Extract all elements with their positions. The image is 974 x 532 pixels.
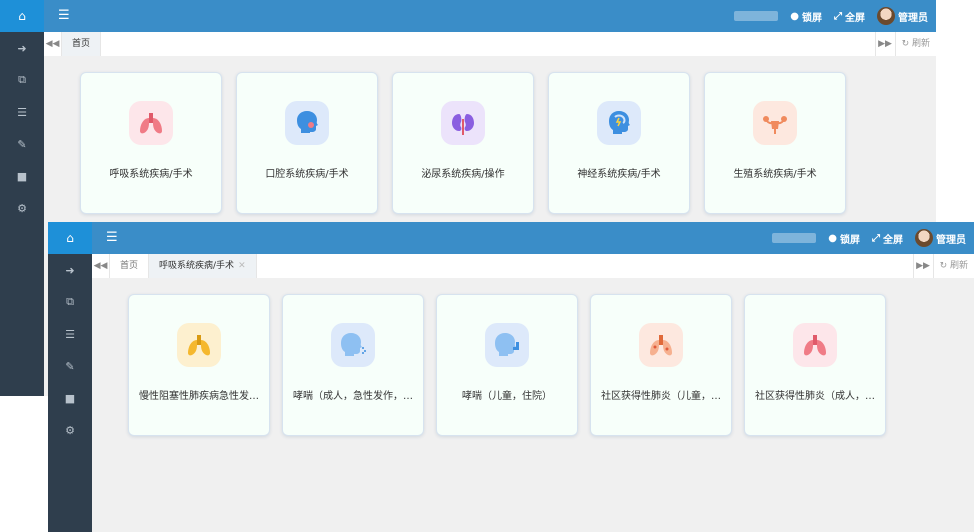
close-tab-icon[interactable]: ✕: [238, 261, 246, 271]
card-asthma-child[interactable]: 哮喘（儿童，住院）: [436, 294, 578, 436]
sidebar: ⌂ ➜ ⧉ ☰ ✎ ■ ⚙: [48, 222, 92, 532]
lock-icon: ●: [790, 10, 799, 22]
sidebar-item-edit[interactable]: ✎: [0, 128, 44, 160]
sign-in-icon: ➜: [17, 41, 27, 55]
menu-toggle-button[interactable]: ☰: [106, 230, 118, 246]
refresh-button[interactable]: ↻ 刷新: [894, 32, 936, 56]
sidebar-item-settings[interactable]: ⚙: [48, 414, 92, 446]
card-nervous[interactable]: 神经系统疾病/手术: [548, 72, 690, 214]
card-asthma-adult[interactable]: 哮喘（成人，急性发作，…: [282, 294, 424, 436]
tab-scroll-left-button[interactable]: ◀◀: [92, 254, 110, 278]
card-reproductive[interactable]: 生殖系统疾病/手术: [704, 72, 846, 214]
tab-scroll-right-button[interactable]: ▶▶: [874, 32, 895, 56]
hamburger-icon: ☰: [58, 8, 70, 23]
refresh-icon: ↻: [901, 39, 910, 49]
refresh-icon: ↻: [939, 261, 948, 271]
content-area: 慢性阻塞性肺疾病急性发… 哮喘（成人，急性发作，… 哮喘（儿童，住院） 社区获得…: [92, 278, 974, 532]
external-link-icon: ⧉: [18, 73, 26, 86]
gear-icon: ⚙: [65, 423, 75, 437]
kidney-icon: [441, 101, 485, 145]
card-pneumonia-child[interactable]: 社区获得性肺炎（儿童，…: [590, 294, 732, 436]
home-icon: ⌂: [18, 9, 26, 23]
sign-in-icon: ➜: [65, 263, 75, 277]
tab-respiratory[interactable]: 呼吸系统疾病/手术 ✕: [149, 254, 257, 278]
mouth-head-icon: [285, 101, 329, 145]
gear-icon: ⚙: [17, 201, 27, 215]
sidebar-item-edit[interactable]: ✎: [48, 350, 92, 382]
lungs-icon: [177, 323, 221, 367]
external-link-icon: ⧉: [66, 295, 74, 308]
expand-icon: ⤢: [834, 10, 842, 22]
lungs-icon: [793, 323, 837, 367]
topbar: ☰ ● 锁屏 ⤢ 全屏 管理员: [44, 0, 936, 32]
uterus-icon: [753, 101, 797, 145]
lock-icon: ●: [828, 232, 837, 244]
database-icon: ☰: [17, 105, 27, 119]
home-button[interactable]: ⌂: [48, 222, 92, 254]
topbar: ☰ ● 锁屏 ⤢ 全屏 管理员: [92, 222, 974, 254]
refresh-button[interactable]: ↻ 刷新: [932, 254, 974, 278]
card-respiratory[interactable]: 呼吸系统疾病/手术: [80, 72, 222, 214]
infected-lungs-icon: [639, 323, 683, 367]
tab-scroll-right-button[interactable]: ▶▶: [912, 254, 933, 278]
sidebar-item-settings[interactable]: ⚙: [0, 192, 44, 224]
sidebar-item-database[interactable]: ☰: [0, 96, 44, 128]
sidebar-item-database[interactable]: ☰: [48, 318, 92, 350]
double-chevron-left-icon: ◀◀: [93, 261, 108, 271]
sidebar-item-sign-in[interactable]: ➜: [0, 32, 44, 64]
sidebar-item-sign-in[interactable]: ➜: [48, 254, 92, 286]
lungs-icon: [129, 101, 173, 145]
brain-head-icon: [597, 101, 641, 145]
hamburger-icon: ☰: [106, 230, 118, 245]
edit-icon: ✎: [65, 359, 75, 373]
card-oral[interactable]: 口腔系统疾病/手术: [236, 72, 378, 214]
card-urinary[interactable]: 泌尿系统疾病/操作: [392, 72, 534, 214]
double-chevron-right-icon: ▶▶: [916, 261, 930, 271]
double-chevron-left-icon: ◀◀: [45, 39, 60, 49]
tab-home[interactable]: 首页: [62, 32, 102, 56]
tab-scroll-left-button[interactable]: ◀◀: [44, 32, 62, 56]
lock-screen-button[interactable]: ● 锁屏: [828, 231, 860, 246]
card-copd[interactable]: 慢性阻塞性肺疾病急性发…: [128, 294, 270, 436]
edit-icon: ✎: [17, 137, 27, 151]
video-icon: ■: [64, 391, 76, 405]
tab-home[interactable]: 首页: [110, 254, 150, 278]
home-icon: ⌂: [66, 231, 74, 245]
sidebar-item-external-link[interactable]: ⧉: [0, 64, 44, 96]
sidebar-item-video[interactable]: ■: [48, 382, 92, 414]
home-button[interactable]: ⌂: [0, 0, 44, 32]
tab-bar: ◀◀ 首页 ▶▶ ↻ 刷新: [44, 32, 936, 56]
blurred-text: [772, 233, 817, 243]
video-icon: ■: [16, 169, 28, 183]
cough-head-icon: [331, 323, 375, 367]
user-menu[interactable]: 管理员: [915, 229, 966, 247]
fullscreen-button[interactable]: ⤢ 全屏: [834, 9, 865, 24]
avatar: [915, 229, 933, 247]
sidebar-item-external-link[interactable]: ⧉: [48, 286, 92, 318]
fullscreen-button[interactable]: ⤢ 全屏: [872, 231, 903, 246]
card-pneumonia-adult[interactable]: 社区获得性肺炎（成人，…: [744, 294, 886, 436]
avatar: [877, 7, 895, 25]
inhaler-head-icon: [485, 323, 529, 367]
sidebar: ⌂ ➜ ⧉ ☰ ✎ ■ ⚙: [0, 0, 44, 396]
user-menu[interactable]: 管理员: [877, 7, 928, 25]
tab-bar: ◀◀ 首页 呼吸系统疾病/手术 ✕ ▶▶ ↻ 刷新: [92, 254, 974, 278]
front-window: ⌂ ➜ ⧉ ☰ ✎ ■ ⚙ ☰ ● 锁屏 ⤢ 全屏 管理员 ◀◀ 首页 呼吸系统疾病…: [48, 222, 974, 532]
sidebar-item-video[interactable]: ■: [0, 160, 44, 192]
lock-screen-button[interactable]: ● 锁屏: [790, 9, 822, 24]
menu-toggle-button[interactable]: ☰: [58, 8, 70, 24]
expand-icon: ⤢: [872, 232, 880, 244]
double-chevron-right-icon: ▶▶: [878, 39, 892, 49]
database-icon: ☰: [65, 327, 75, 341]
blurred-text: [734, 11, 779, 21]
